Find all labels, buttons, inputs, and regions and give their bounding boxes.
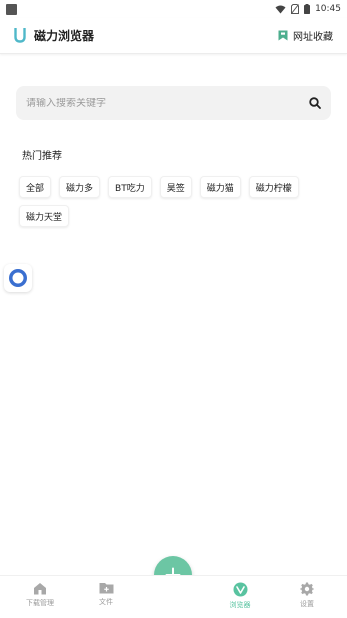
bottom-nav: 下载管理 文件 浏览器 设置 [0, 575, 347, 618]
tag-row: 全部 磁力多 BT吃力 昊签 磁力猫 磁力柠檬 [19, 176, 339, 198]
bookmarks-label: 网址收藏 [293, 32, 333, 43]
hot-section-title: 热门推荐 [22, 151, 62, 162]
tag-cilitiantang[interactable]: 磁力天堂 [19, 205, 70, 227]
wifi-icon [275, 5, 286, 13]
app-title: 磁力浏览器 [34, 29, 95, 43]
nav-files-label: 文件 [99, 598, 113, 606]
nav-browser-label: 浏览器 [229, 601, 251, 609]
screen: 10:45 磁力浏览器 网址收藏 热门推荐 全部 磁力多 [0, 0, 347, 618]
tag-row: 磁力天堂 [19, 205, 339, 227]
floating-assistant-button[interactable] [4, 264, 32, 292]
status-bar: 10:45 [0, 0, 347, 18]
tag-all[interactable]: 全部 [19, 176, 52, 198]
tag-cilimao[interactable]: 磁力猫 [199, 176, 241, 198]
browser-icon [233, 582, 247, 597]
battery-icon [304, 4, 311, 14]
status-time: 10:45 [315, 4, 341, 14]
gear-icon [300, 582, 314, 596]
nav-settings-label: 设置 [300, 600, 314, 608]
search-icon[interactable] [309, 97, 321, 109]
brand: 磁力浏览器 [14, 27, 94, 44]
nav-downloads[interactable]: 下载管理 [15, 582, 65, 608]
nav-downloads-label: 下载管理 [26, 599, 54, 607]
nav-files[interactable]: 文件 [81, 582, 131, 607]
search-input[interactable] [26, 97, 286, 109]
notification-icon [6, 3, 17, 15]
tag-cilido[interactable]: 磁力多 [59, 176, 101, 198]
nav-settings[interactable]: 设置 [282, 582, 332, 609]
no-sim-icon [291, 4, 300, 14]
bookmark-flag-icon [278, 30, 288, 41]
folder-icon [99, 583, 113, 594]
magnet-logo-icon [14, 28, 26, 43]
ring-icon [9, 269, 27, 287]
bookmarks-button[interactable]: 网址收藏 [278, 28, 333, 43]
status-indicators: 10:45 [275, 4, 341, 14]
home-icon [34, 583, 46, 595]
tag-haoqian[interactable]: 昊签 [159, 176, 192, 198]
hot-tags: 全部 磁力多 BT吃力 昊签 磁力猫 磁力柠檬 磁力天堂 [19, 176, 339, 234]
tag-cilinmeng[interactable]: 磁力柠檬 [248, 176, 299, 198]
app-bar: 磁力浏览器 网址收藏 [0, 18, 347, 54]
nav-browser[interactable]: 浏览器 [215, 582, 265, 610]
search-bar [16, 86, 331, 120]
tag-btchili[interactable]: BT吃力 [108, 176, 152, 198]
